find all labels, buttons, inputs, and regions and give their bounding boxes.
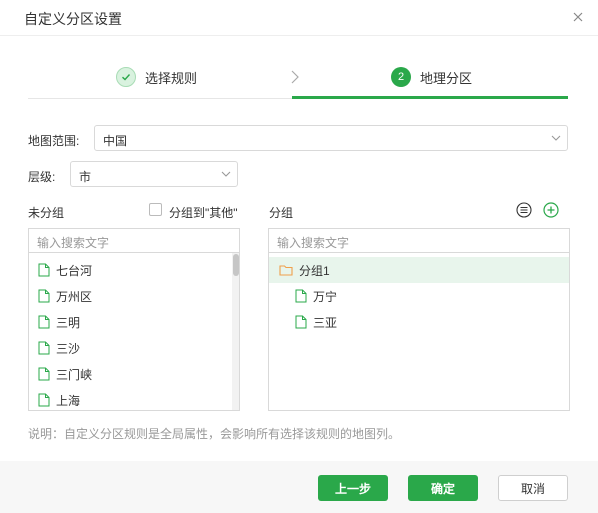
step-number: 2	[391, 67, 411, 87]
map-range-value: 中国	[103, 134, 128, 148]
check-icon	[116, 67, 136, 87]
folder-icon	[279, 265, 293, 276]
level-select[interactable]: 市	[70, 161, 238, 187]
grouped-search-input[interactable]: 输入搜索文字	[269, 229, 569, 253]
step-label: 地理分区	[420, 70, 473, 86]
step-label: 选择规则	[145, 70, 198, 86]
file-icon	[295, 289, 307, 303]
list-item-label: 七台河	[56, 263, 93, 278]
group-to-other-label: 分组到"其他"	[169, 206, 238, 220]
close-icon[interactable]	[571, 10, 585, 24]
group-folder-row[interactable]: 分组1	[269, 257, 569, 283]
map-range-select[interactable]: 中国	[94, 125, 568, 151]
scrollbar-thumb[interactable]	[233, 254, 239, 276]
group-child-item[interactable]: 万宁	[269, 283, 569, 309]
ungrouped-title: 未分组	[28, 206, 65, 220]
custom-partition-dialog: 自定义分区设置 选择规则 2 地理分区 地图范围: 中国 层级: 市 未分组 分…	[0, 0, 598, 513]
step-active-underline	[292, 96, 568, 99]
step-select-rule[interactable]: 选择规则	[116, 66, 197, 88]
search-placeholder: 输入搜索文字	[277, 236, 350, 250]
prev-step-button[interactable]: 上一步	[318, 475, 388, 501]
map-range-label: 地图范围:	[28, 134, 80, 148]
step-divider	[28, 98, 292, 99]
file-icon	[38, 341, 50, 355]
grouped-title: 分组	[269, 206, 294, 220]
ungrouped-panel: 输入搜索文字 七台河 万州区 三明 三沙 三门峡 上海	[28, 228, 240, 411]
group-to-other-checkbox[interactable]	[149, 203, 162, 216]
confirm-button[interactable]: 确定	[408, 475, 478, 501]
add-group-icon[interactable]	[543, 202, 559, 218]
file-icon	[38, 367, 50, 381]
chevron-right-icon	[291, 70, 299, 84]
level-label: 层级:	[28, 170, 56, 184]
file-icon	[38, 393, 50, 407]
file-icon	[38, 263, 50, 277]
chevron-down-icon	[551, 135, 561, 141]
dialog-title: 自定义分区设置	[24, 11, 122, 27]
group-child-label: 万宁	[313, 289, 338, 304]
chevron-down-icon	[221, 171, 231, 177]
ungrouped-search-input[interactable]: 输入搜索文字	[29, 229, 239, 253]
list-item-label: 三明	[56, 315, 81, 330]
help-note: 说明：自定义分区规则是全局属性，会影响所有选择该规则的地图列。	[28, 427, 401, 441]
list-item[interactable]: 三门峡	[29, 361, 239, 387]
step-indicator: 选择规则 2 地理分区	[28, 60, 568, 100]
group-child-item[interactable]: 三亚	[269, 309, 569, 335]
list-item[interactable]: 三明	[29, 309, 239, 335]
list-item[interactable]: 上海	[29, 387, 239, 410]
group-child-label: 三亚	[313, 315, 338, 330]
list-item[interactable]: 万州区	[29, 283, 239, 309]
grouped-panel: 输入搜索文字 分组1 万宁 三亚	[268, 228, 570, 411]
file-icon	[38, 289, 50, 303]
level-value: 市	[79, 170, 92, 184]
step-geo-partition[interactable]: 2 地理分区	[391, 66, 472, 88]
list-item-label: 上海	[56, 393, 81, 408]
search-placeholder: 输入搜索文字	[37, 236, 110, 250]
list-item-label: 万州区	[56, 289, 93, 304]
list-item-label: 三门峡	[56, 367, 93, 382]
file-icon	[295, 315, 307, 329]
list-item-label: 三沙	[56, 341, 81, 356]
list-item[interactable]: 七台河	[29, 257, 239, 283]
list-item[interactable]: 三沙	[29, 335, 239, 361]
dialog-header: 自定义分区设置	[0, 0, 598, 36]
file-icon	[38, 315, 50, 329]
sort-list-icon[interactable]	[516, 202, 532, 218]
cancel-button[interactable]: 取消	[498, 475, 568, 501]
ungrouped-scrollbar[interactable]	[232, 253, 239, 410]
group-name: 分组1	[299, 263, 330, 278]
